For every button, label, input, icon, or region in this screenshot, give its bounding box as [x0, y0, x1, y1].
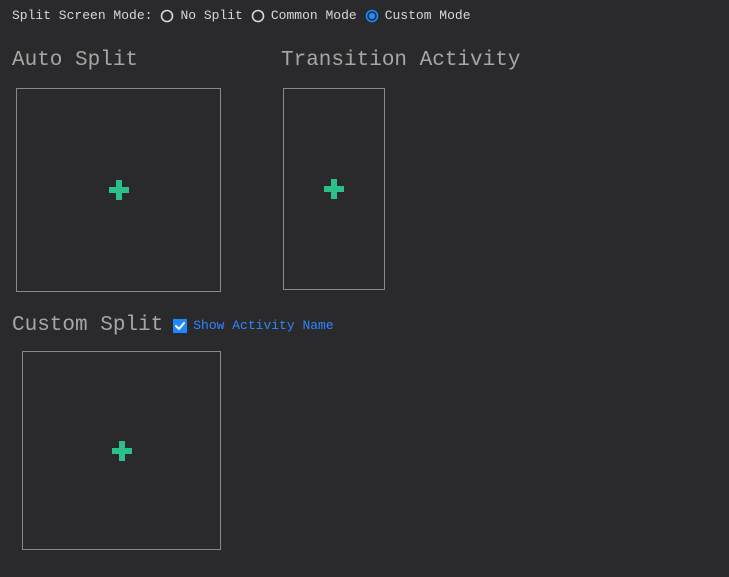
auto-split-title: Auto Split — [12, 49, 221, 72]
radio-common-mode-label: Common Mode — [271, 8, 357, 23]
custom-split-header: Custom Split Show Activity Name — [12, 314, 717, 337]
radio-selected-icon — [365, 9, 379, 23]
custom-split-dropzone[interactable] — [22, 351, 221, 550]
radio-custom-mode[interactable]: Custom Mode — [365, 8, 471, 23]
show-activity-name-toggle[interactable]: Show Activity Name — [173, 318, 333, 333]
show-activity-name-label: Show Activity Name — [193, 318, 333, 333]
transition-activity-section: Transition Activity — [281, 49, 520, 292]
auto-split-section: Auto Split — [12, 49, 221, 292]
plus-icon — [322, 177, 346, 201]
transition-activity-dropzone[interactable] — [283, 88, 385, 290]
auto-split-dropzone[interactable] — [16, 88, 221, 292]
radio-custom-mode-label: Custom Mode — [385, 8, 471, 23]
upper-row: Auto Split Transition Activity — [12, 49, 717, 292]
plus-icon — [110, 439, 134, 463]
mode-label: Split Screen Mode: — [12, 8, 152, 23]
transition-activity-title: Transition Activity — [281, 49, 520, 72]
split-screen-config: Split Screen Mode: No Split Common Mode … — [0, 0, 729, 562]
radio-no-split-label: No Split — [180, 8, 242, 23]
custom-split-title: Custom Split — [12, 314, 163, 337]
mode-row: Split Screen Mode: No Split Common Mode … — [12, 8, 717, 23]
radio-unselected-icon — [251, 9, 265, 23]
plus-icon — [107, 178, 131, 202]
radio-common-mode[interactable]: Common Mode — [251, 8, 357, 23]
radio-unselected-icon — [160, 9, 174, 23]
radio-no-split[interactable]: No Split — [160, 8, 242, 23]
checkbox-checked-icon — [173, 319, 187, 333]
